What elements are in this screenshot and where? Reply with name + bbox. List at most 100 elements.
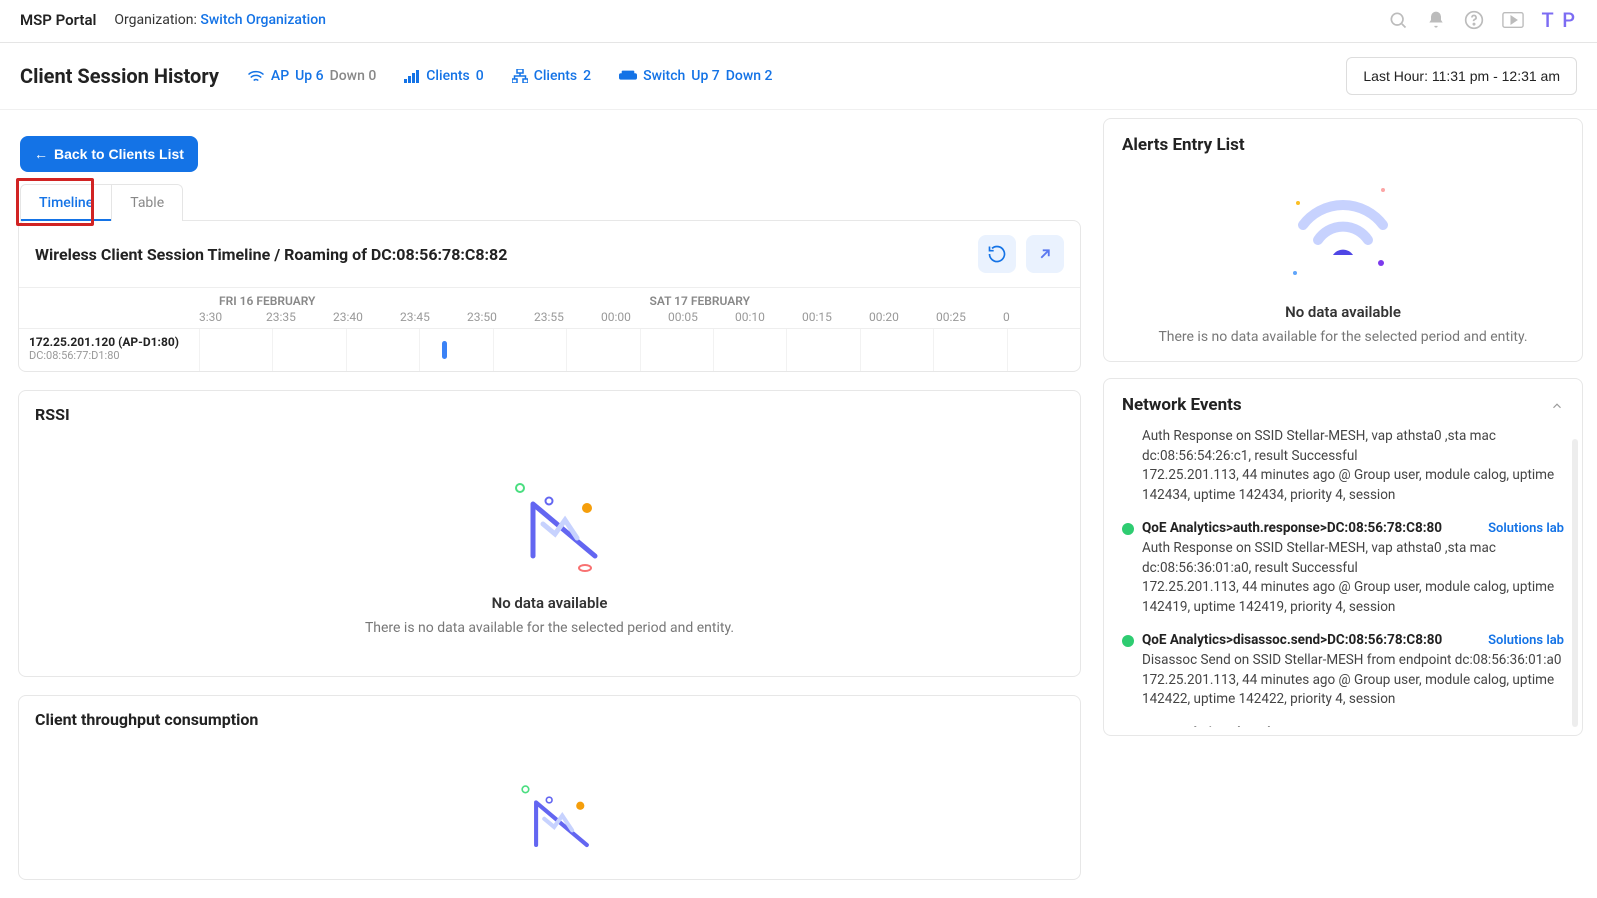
status-switch-up: Up 7 [691, 68, 719, 84]
timeline-day1: FRI 16 FEBRUARY [219, 294, 650, 308]
switch-org-link[interactable]: Switch Organization [200, 12, 326, 28]
rssi-card-title: RSSI [35, 405, 70, 424]
event-item[interactable]: QoE Analytics>disassoc.send>DC:08:56:78:… [1122, 631, 1564, 710]
chart-empty-icon [495, 773, 605, 863]
status-clients1-label: Clients [426, 68, 469, 84]
apps-icon[interactable] [1502, 11, 1524, 29]
tick: 23:55 [534, 310, 601, 324]
status-ap-up: Up 6 [295, 68, 323, 84]
expand-button[interactable] [1026, 235, 1064, 273]
tick: 23:35 [266, 310, 333, 324]
time-range-button[interactable]: Last Hour: 11:31 pm - 12:31 am [1346, 57, 1577, 95]
timeline-row-mac: DC:08:56:77:D1:80 [29, 349, 189, 362]
timeline-day2: SAT 17 FEBRUARY [650, 294, 1081, 308]
status-switch-down: Down 2 [726, 68, 773, 84]
refresh-button[interactable] [978, 235, 1016, 273]
event-item[interactable]: QoE Analytics>deauth.recv>DC:08:56:78:C8… [1122, 724, 1564, 727]
throughput-empty-state [19, 743, 1080, 863]
chart-empty-icon [495, 468, 605, 578]
timeline-area: FRI 16 FEBRUARY SAT 17 FEBRUARY 3:30 23:… [19, 287, 1080, 371]
event-body: Auth Response on SSID Stellar-MESH, vap … [1142, 427, 1564, 505]
scrollbar[interactable] [1572, 439, 1578, 727]
switch-icon [619, 70, 637, 82]
main-column: ← Back to Clients List Timeline Table Wi… [14, 118, 1085, 898]
tabs-container: Timeline Table [14, 184, 1085, 221]
subbar-left: Client Session History AP Up 6 Down 0 Cl… [20, 64, 772, 88]
timeline-card-title: Wireless Client Session Timeline / Roami… [35, 245, 507, 264]
rssi-empty-title: No data available [39, 594, 1060, 612]
tick: 3:30 [199, 310, 266, 324]
org-label: Organization: [114, 12, 197, 28]
event-head: QoE Analytics>disassoc.send>DC:08:56:78:… [1142, 631, 1564, 651]
event-link[interactable]: Solutions lab [1488, 520, 1564, 539]
tick: 00:00 [601, 310, 668, 324]
event-head: QoE Analytics>auth.response>DC:08:56:78:… [1142, 519, 1564, 539]
tick: 00:15 [802, 310, 869, 324]
alerts-empty-sub: There is no data available for the selec… [1122, 329, 1564, 345]
status-clients2-count: 2 [583, 68, 591, 84]
event-item[interactable]: QoE Analytics>auth.response>DC:08:56:78:… [1122, 519, 1564, 617]
arrow-left-icon: ← [34, 146, 48, 162]
events-card: Network Events Auth Response on SSID Ste… [1103, 378, 1583, 736]
tick: 00:20 [869, 310, 936, 324]
tick: 0 [1003, 310, 1023, 324]
rssi-card: RSSI No data available There is no data … [18, 390, 1081, 677]
subbar: Client Session History AP Up 6 Down 0 Cl… [0, 43, 1597, 110]
alerts-empty-title: No data available [1122, 303, 1564, 321]
back-button-label: Back to Clients List [54, 146, 184, 162]
event-head: QoE Analytics>deauth.recv>DC:08:56:78:C8… [1142, 724, 1564, 727]
wifi-icon [247, 69, 265, 83]
tick: 00:05 [668, 310, 735, 324]
status-switch-label: Switch [643, 68, 685, 84]
event-item[interactable]: Auth Response on SSID Stellar-MESH, vap … [1122, 427, 1564, 505]
timeline-row-ap: 172.25.201.120 (AP-D1:80) [29, 335, 189, 349]
tick: 23:45 [400, 310, 467, 324]
help-icon[interactable] [1464, 10, 1484, 30]
timeline-row-track[interactable] [199, 329, 1080, 371]
tab-timeline[interactable]: Timeline [21, 185, 112, 221]
event-link[interactable]: Solutions lab [1488, 632, 1564, 651]
status-clients1-count: 0 [476, 68, 484, 84]
event-link[interactable]: Solutions lab [1488, 725, 1564, 727]
tab-table[interactable]: Table [112, 185, 182, 221]
status-ap[interactable]: AP Up 6 Down 0 [247, 68, 376, 84]
status-switch[interactable]: Switch Up 7 Down 2 [619, 68, 772, 84]
signal-icon [404, 69, 420, 83]
tabs: Timeline Table [20, 184, 183, 221]
back-to-clients-button[interactable]: ← Back to Clients List [20, 136, 198, 172]
timeline-day-headers: FRI 16 FEBRUARY SAT 17 FEBRUARY [19, 288, 1080, 310]
rssi-empty-state: No data available There is no data avail… [19, 438, 1080, 676]
chevron-up-icon[interactable] [1550, 399, 1564, 417]
status-clients-2[interactable]: Clients 2 [512, 68, 591, 84]
status-clients2-label: Clients [534, 68, 577, 84]
portal-name: MSP Portal [20, 11, 96, 29]
topbar-right: T P [1388, 8, 1577, 32]
alerts-title: Alerts Entry List [1122, 135, 1564, 155]
tick: 23:40 [333, 310, 400, 324]
status-ap-label: AP [271, 68, 289, 84]
wifi-empty-icon [1283, 185, 1403, 285]
user-avatar[interactable]: T P [1542, 8, 1577, 32]
timeline-card: Wireless Client Session Timeline / Roami… [18, 220, 1081, 372]
alerts-card: Alerts Entry List No data available Ther… [1103, 118, 1583, 362]
bell-icon[interactable] [1426, 10, 1446, 30]
event-head-text: QoE Analytics>deauth.recv>DC:08:56:78:C8… [1142, 724, 1427, 727]
events-title: Network Events [1122, 395, 1564, 415]
events-list: Auth Response on SSID Stellar-MESH, vap … [1122, 427, 1564, 727]
tick: 23:50 [467, 310, 534, 324]
timeline-row-label: 172.25.201.120 (AP-D1:80) DC:08:56:77:D1… [19, 329, 199, 371]
timeline-card-actions [978, 235, 1064, 273]
org-block: Organization: Switch Organization [114, 12, 326, 28]
status-ap-down: Down 0 [330, 68, 377, 84]
throughput-card-header: Client throughput consumption [19, 696, 1080, 743]
back-row: ← Back to Clients List [14, 118, 1085, 184]
event-head-text: QoE Analytics>auth.response>DC:08:56:78:… [1142, 519, 1442, 539]
topbar-left: MSP Portal Organization: Switch Organiza… [20, 11, 326, 29]
search-icon[interactable] [1388, 10, 1408, 30]
network-icon [512, 69, 528, 83]
status-clients-1[interactable]: Clients 0 [404, 68, 483, 84]
rssi-card-header: RSSI [19, 391, 1080, 438]
timeline-event-blip[interactable] [442, 341, 447, 359]
tick: 00:10 [735, 310, 802, 324]
content: ← Back to Clients List Timeline Table Wi… [0, 110, 1597, 898]
